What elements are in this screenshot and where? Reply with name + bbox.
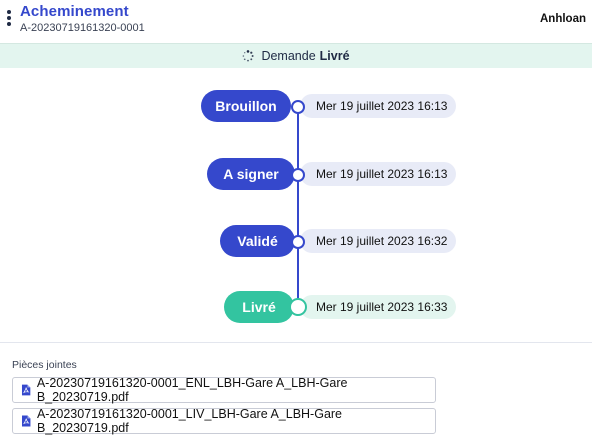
step-brouillon-button[interactable]: Brouillon	[201, 90, 291, 122]
step-a-signer-date: Mer 19 juillet 2023 16:13	[300, 162, 456, 186]
attachment-link[interactable]: A-20230719161320-0001_LIV_LBH-Gare A_LBH…	[12, 407, 436, 435]
attachment-filename: A-20230719161320-0001_LIV_LBH-Gare A_LBH…	[36, 407, 343, 435]
app-header: Acheminement A-20230719161320-0001 Anhlo…	[0, 0, 592, 42]
step-livre-date: Mer 19 juillet 2023 16:33	[300, 295, 456, 319]
user-name[interactable]: Anhloan	[540, 13, 586, 25]
status-prefix: Demande	[261, 49, 316, 63]
step-livre-button[interactable]: Livré	[224, 291, 294, 323]
status-timeline: Brouillon Mer 19 juillet 2023 16:13 A si…	[0, 68, 592, 338]
status-banner: Demande Livré	[0, 43, 592, 68]
attachments-heading: Pièces jointes	[12, 359, 77, 371]
step-valide-button[interactable]: Validé	[220, 225, 295, 257]
step-a-signer-button[interactable]: A signer	[207, 158, 295, 190]
step-brouillon-date: Mer 19 juillet 2023 16:13	[300, 94, 456, 118]
pdf-file-icon	[21, 415, 31, 427]
step-brouillon-node	[291, 100, 305, 114]
more-vertical-icon[interactable]	[5, 8, 13, 28]
step-livre-node	[289, 298, 307, 316]
loading-spinner-icon	[243, 50, 255, 62]
step-valide-date: Mer 19 juillet 2023 16:32	[300, 229, 456, 253]
section-divider	[0, 342, 592, 343]
attachment-link[interactable]: A-20230719161320-0001_ENL_LBH-Gare A_LBH…	[12, 376, 436, 404]
page-title: Acheminement	[20, 3, 129, 20]
step-valide-node	[291, 235, 305, 249]
step-a-signer-node	[291, 168, 305, 182]
attachment-filename: A-20230719161320-0001_ENL_LBH-Gare A_LBH…	[36, 376, 348, 404]
status-value: Livré	[319, 49, 350, 63]
pdf-file-icon	[21, 384, 31, 396]
timeline-line	[297, 106, 299, 308]
request-reference: A-20230719161320-0001	[20, 22, 145, 34]
